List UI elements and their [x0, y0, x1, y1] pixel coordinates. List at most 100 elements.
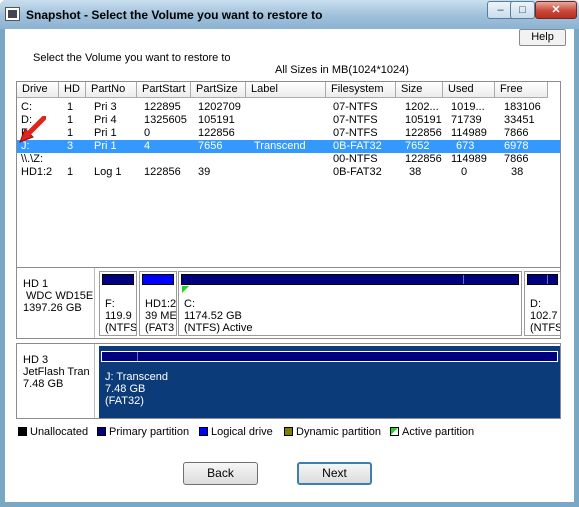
cell-hd: 1 [67, 127, 74, 139]
window-title: Snapshot - Select the Volume you want to… [26, 8, 323, 22]
cell-label [250, 153, 254, 166]
table-row[interactable]: D: 1 Pri 4 1325605 105191 07-NTFS 105191… [17, 114, 560, 127]
cell-size: 38 [409, 166, 422, 178]
cell-used: 71739 [451, 114, 482, 126]
column-header-partsize[interactable]: PartSize [191, 82, 246, 98]
logical-swatch-icon [199, 427, 208, 436]
partition-f[interactable]: F: 119.9 (NTFS [99, 271, 137, 336]
partition-fs: (NTFS [530, 322, 561, 334]
column-header-hd[interactable]: HD [59, 82, 86, 98]
table-row[interactable]: C: 1 Pri 3 122895 1202709 07-NTFS 1202..… [17, 101, 560, 114]
column-header-used[interactable]: Used [443, 82, 495, 98]
column-header-label[interactable]: Label [246, 82, 326, 98]
disk-info-hd3: HD 3 JetFlash Tran 7.48 GB [17, 344, 95, 418]
partition-label: F: [105, 298, 115, 310]
cell-size: 122856 [405, 127, 442, 139]
cell-partno: Log 1 [94, 166, 122, 178]
partition-label: C: [184, 298, 195, 310]
cell-hd: 1 [67, 114, 74, 126]
cell-size: 105191 [405, 114, 442, 126]
active-partition-icon [182, 286, 189, 293]
red-arrow-icon [19, 116, 46, 143]
cell-used: 673 [456, 140, 475, 152]
back-button[interactable]: Back [183, 462, 258, 485]
partition-fs: (FAT32) [105, 395, 144, 407]
cell-label [250, 166, 254, 179]
partition-j-selected[interactable]: J: Transcend 7.48 GB (FAT32) [99, 346, 560, 418]
cell-partno: Pri 4 [94, 114, 117, 126]
unallocated-swatch-icon [18, 427, 27, 436]
cell-drive: \\.\Z: [21, 153, 43, 165]
cell-drive: C: [21, 101, 32, 113]
cell-partstart: 4 [144, 140, 151, 152]
partition-size: 39 ME [145, 310, 177, 322]
legend-item-dynamic: Dynamic partition [284, 426, 381, 440]
title-bar[interactable]: Snapshot - Select the Volume you want to… [0, 0, 579, 29]
disk-size: 7.48 GB [23, 378, 64, 390]
cell-partsize: 7656 [198, 140, 223, 152]
partition-size: 102.7 [530, 310, 558, 322]
column-header-free[interactable]: Free [495, 82, 548, 98]
list-header: Drive HD PartNo PartStart PartSize Label… [17, 82, 560, 98]
cell-filesystem: 00-NTFS [333, 153, 378, 165]
cell-label [250, 127, 254, 140]
cell-partsize: 1202709 [198, 101, 241, 113]
disk-model: WDC WD15E [26, 290, 94, 302]
partition-usage-bar [142, 274, 174, 285]
cell-used: 0 [461, 166, 468, 178]
cell-label: Transcend [254, 140, 306, 152]
partition-d[interactable]: D: 102.7 (NTFS [524, 271, 561, 336]
cell-partsize: 105191 [198, 114, 235, 126]
disk-model: JetFlash Tran [23, 366, 90, 378]
dynamic-swatch-icon [284, 427, 293, 436]
cell-partsize: 122856 [198, 127, 235, 139]
partition-size: 7.48 GB [105, 383, 146, 395]
disk-map-hd1: HD 1 WDC WD15E 1397.26 GB F: 119.9 (NTFS… [16, 267, 561, 339]
cell-partsize [194, 153, 198, 166]
table-row-selected[interactable]: J: 3 Pri 1 4 7656 Transcend 0B-FAT32 765… [17, 140, 560, 153]
cell-partno: Pri 1 [94, 127, 117, 139]
cell-free: 38 [511, 166, 524, 178]
snapshot-window: Snapshot - Select the Volume you want to… [0, 0, 579, 507]
active-swatch-icon [390, 427, 399, 436]
partition-size: 1174.52 GB [184, 310, 242, 322]
cell-used: 1019... [451, 101, 485, 113]
cell-hd: 1 [67, 101, 74, 113]
cell-size: 122856 [405, 153, 442, 165]
column-header-size[interactable]: Size [396, 82, 443, 98]
help-button[interactable]: Help [519, 29, 566, 46]
next-button[interactable]: Next [297, 462, 372, 485]
table-row[interactable]: HD1:2 1 Log 1 122856 39 0B-FAT32 38 0 38 [17, 166, 560, 179]
legend-item-unallocated: Unallocated [18, 426, 88, 440]
cell-used: 114989 [451, 127, 487, 139]
cell-partsize: 39 [198, 166, 211, 178]
table-row[interactable]: F: 1 Pri 1 0 122856 07-NTFS 122856 11498… [17, 127, 560, 140]
sizes-note: All Sizes in MB(1024*1024) [275, 64, 409, 76]
legend-item-primary: Primary partition [97, 426, 189, 440]
partition-fs: (NTFS) Active [184, 322, 253, 334]
partition-hd1-2[interactable]: HD1:2 39 ME (FAT3 [139, 271, 177, 336]
column-header-partstart[interactable]: PartStart [137, 82, 191, 98]
primary-swatch-icon [97, 427, 106, 436]
disk-name: HD 1 [23, 278, 49, 290]
maximize-button[interactable]: □ [510, 1, 535, 19]
cell-free: 7866 [504, 153, 529, 165]
volume-list[interactable]: Drive HD PartNo PartStart PartSize Label… [16, 81, 561, 288]
app-icon [5, 7, 20, 21]
cell-filesystem: 0B-FAT32 [333, 140, 382, 152]
close-button[interactable]: ✕ [535, 1, 577, 19]
column-header-partno[interactable]: PartNo [86, 82, 137, 98]
table-row[interactable]: \\.\Z: 00-NTFS 122856 114989 7866 [17, 153, 560, 166]
disk-name: HD 3 [23, 354, 49, 366]
disk-info-hd1: HD 1 WDC WD15E 1397.26 GB [17, 268, 95, 338]
cell-partstart: 122895 [144, 101, 181, 113]
column-header-filesystem[interactable]: Filesystem [326, 82, 396, 98]
cell-filesystem: 07-NTFS [333, 127, 378, 139]
legend-item-active: Active partition [390, 426, 474, 440]
cell-partstart: 122856 [144, 166, 181, 178]
cell-free: 33451 [504, 114, 535, 126]
cell-filesystem: 07-NTFS [333, 101, 378, 113]
partition-size: 119.9 [105, 310, 132, 322]
partition-c[interactable]: C: 1174.52 GB (NTFS) Active [178, 271, 522, 336]
column-header-drive[interactable]: Drive [17, 82, 59, 98]
